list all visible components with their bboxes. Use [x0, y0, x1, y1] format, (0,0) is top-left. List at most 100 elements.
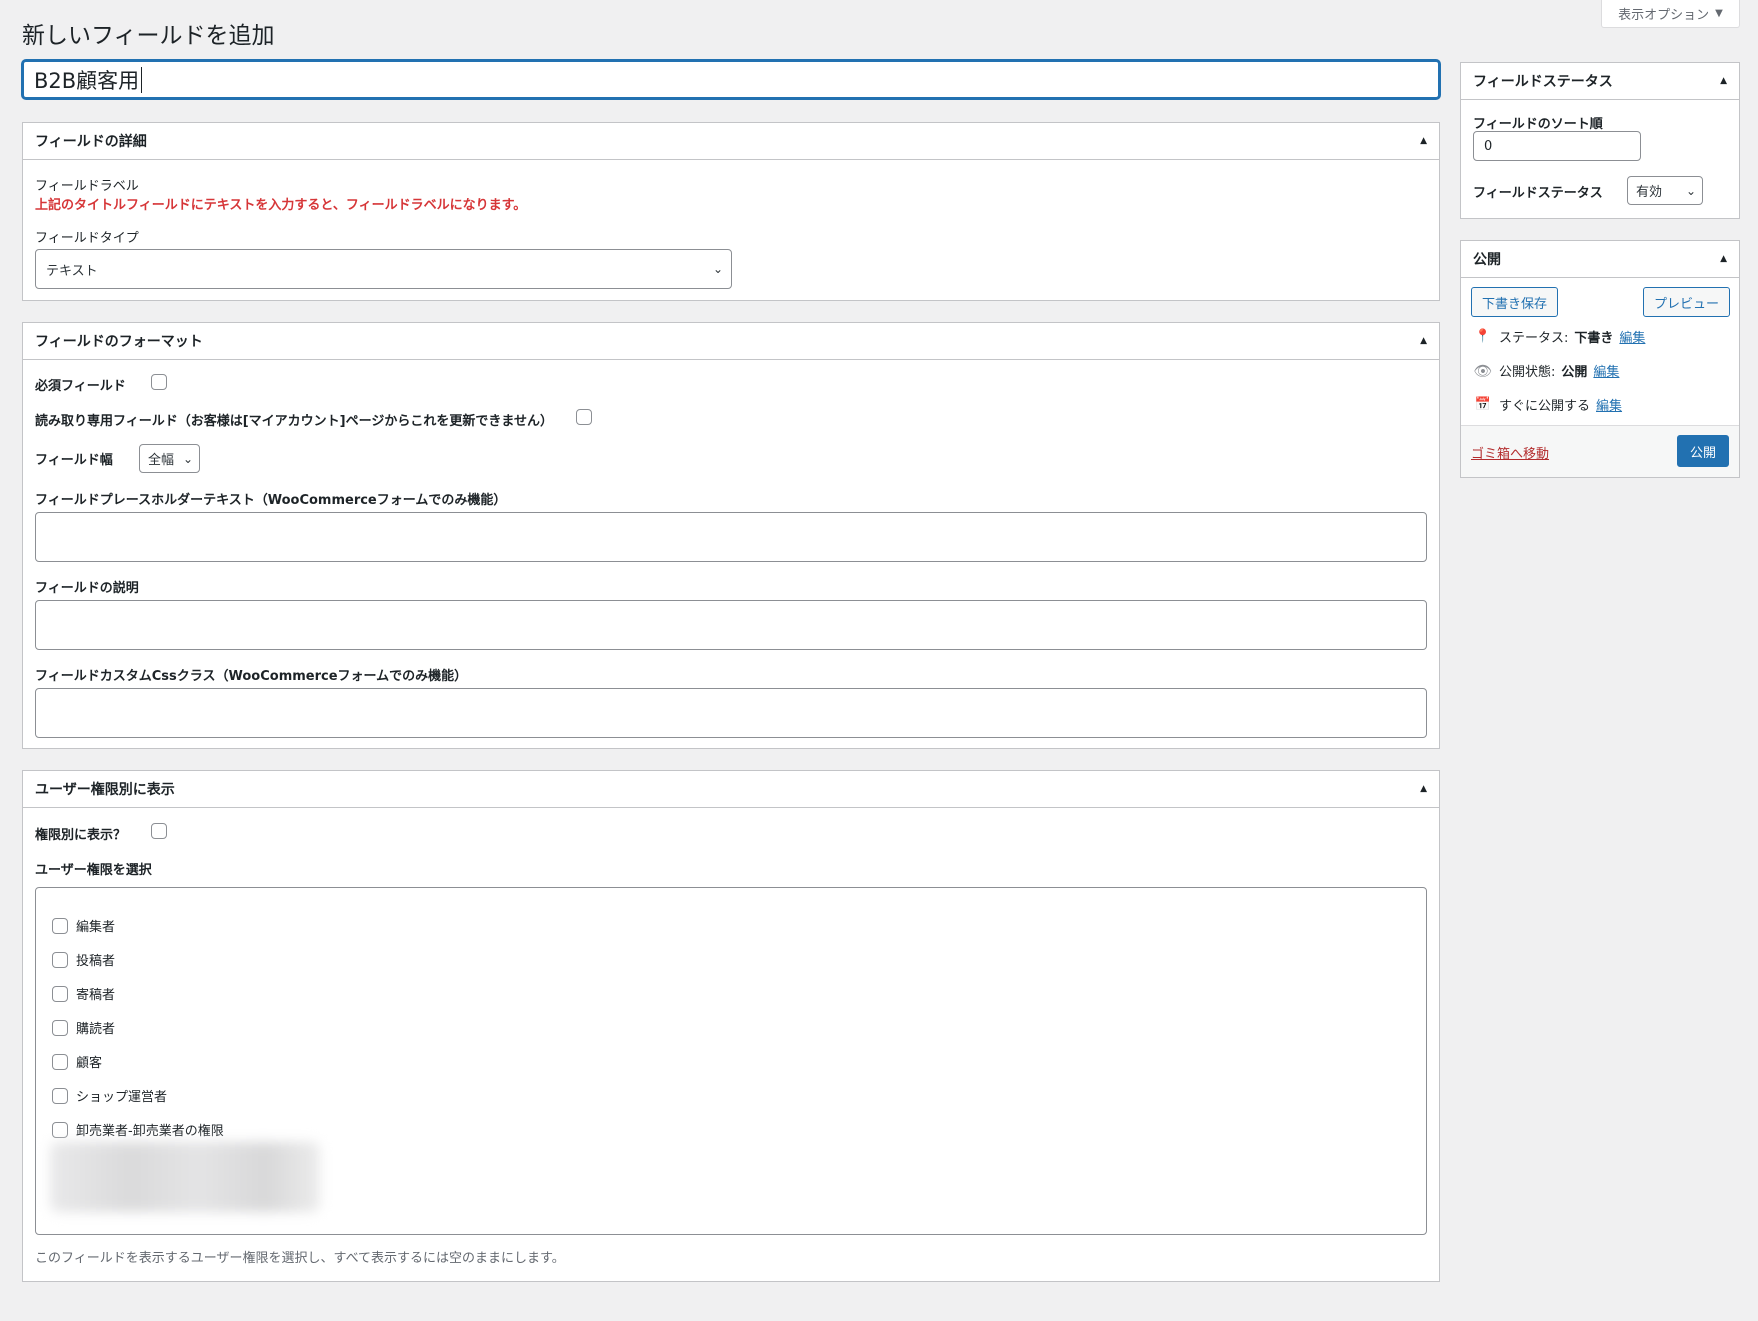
eye-icon: 👁 — [1473, 361, 1493, 380]
field-type-select[interactable]: テキスト ⌄ — [35, 249, 732, 289]
schedule-row: 📅 すぐに公開する 編集 — [1473, 395, 1622, 414]
screen-options-label: 表示オプション — [1618, 8, 1710, 23]
roles-list[interactable]: 編集者 投稿者 寄稿者 購読者 顧客 ショップ運営者 卸売業者-卸売業者の権限 — [35, 887, 1427, 1235]
field-details-title: フィールドの詳細 — [35, 134, 147, 150]
edit-visibility-link[interactable]: 編集 — [1593, 361, 1619, 380]
role-checkbox[interactable] — [52, 1019, 68, 1036]
required-label: 必須フィールド — [35, 379, 126, 394]
width-value: 全幅 — [148, 453, 175, 468]
user-roles-box: ユーザー権限別に表示 ▲ 権限別に表示？ ユーザー権限を選択 編集者 投稿者 寄… — [22, 770, 1440, 1282]
visibility-row: 👁 公開状態: 公開 編集 — [1473, 361, 1619, 381]
readonly-checkbox[interactable] — [576, 409, 592, 425]
toggle-arrow-icon[interactable]: ▲ — [1720, 254, 1727, 264]
status-value: 下書き — [1574, 331, 1614, 346]
schedule-text: すぐに公開する — [1499, 399, 1591, 414]
status-label: フィールドステータス — [1473, 186, 1603, 201]
field-details-box: フィールドの詳細 ▲ フィールドラベル 上記のタイトルフィールドにテキストを入力… — [22, 122, 1440, 301]
description-label: フィールドの説明 — [35, 581, 139, 596]
screen-options-button[interactable]: 表示オプション ▼ — [1601, 0, 1740, 28]
blurred-region — [50, 1142, 320, 1212]
title-input[interactable]: B2B顧客用 — [22, 60, 1440, 99]
placeholder-input[interactable] — [35, 512, 1427, 562]
required-checkbox[interactable] — [151, 374, 167, 390]
edit-status-link[interactable]: 編集 — [1619, 327, 1645, 346]
field-format-header[interactable]: フィールドのフォーマット ▲ — [23, 323, 1439, 360]
sort-order-label: フィールドのソート順 — [1473, 117, 1603, 132]
field-type-value: テキスト — [46, 263, 98, 279]
role-item[interactable]: 卸売業者-卸売業者の権限 — [52, 1120, 224, 1139]
role-label: ショップ運営者 — [76, 1090, 168, 1105]
role-label: 購読者 — [76, 1022, 116, 1037]
publish-box: 公開 ▲ 下書き保存 プレビュー 📍 ステータス: 下書き 編集 👁 公開状態:… — [1460, 240, 1740, 478]
role-label: 卸売業者-卸売業者の権限 — [76, 1124, 224, 1139]
field-label-note: 上記のタイトルフィールドにテキストを入力すると、フィールドラベルになります。 — [35, 198, 527, 213]
chevron-down-icon: ⌄ — [182, 451, 193, 466]
role-item[interactable]: 寄稿者 — [52, 984, 115, 1003]
role-checkbox[interactable] — [52, 1053, 68, 1070]
role-checkbox[interactable] — [52, 1087, 68, 1104]
toggle-arrow-icon[interactable]: ▲ — [1420, 784, 1427, 794]
toggle-arrow-icon[interactable]: ▲ — [1420, 336, 1427, 346]
role-item[interactable]: ショップ運営者 — [52, 1086, 167, 1105]
width-select[interactable]: 全幅 ⌄ — [139, 444, 200, 473]
toggle-arrow-icon[interactable]: ▲ — [1720, 76, 1727, 86]
caret-down-icon: ▼ — [1715, 8, 1723, 19]
role-item[interactable]: 投稿者 — [52, 950, 115, 969]
sort-order-value: 0 — [1484, 138, 1493, 154]
role-item[interactable]: 購読者 — [52, 1018, 115, 1037]
role-checkbox[interactable] — [52, 1121, 68, 1138]
publish-title: 公開 — [1473, 252, 1501, 268]
status-select[interactable]: 有効 ⌄ — [1627, 176, 1703, 205]
save-draft-button[interactable]: 下書き保存 — [1471, 287, 1558, 317]
field-format-box: フィールドのフォーマット ▲ 必須フィールド 読み取り専用フィールド（お客様は[… — [22, 322, 1440, 749]
publish-button[interactable]: 公開 — [1677, 435, 1729, 467]
show-by-role-label: 権限別に表示？ — [35, 828, 127, 843]
toggle-arrow-icon[interactable]: ▲ — [1420, 136, 1427, 146]
role-label: 編集者 — [76, 920, 116, 935]
role-item[interactable]: 編集者 — [52, 916, 115, 935]
user-roles-title: ユーザー権限別に表示 — [35, 782, 175, 798]
role-checkbox[interactable] — [52, 951, 68, 968]
role-item[interactable]: 顧客 — [52, 1052, 102, 1071]
field-status-box: フィールドステータス ▲ フィールドのソート順 0 フィールドステータス 有効 … — [1460, 62, 1740, 219]
css-class-input[interactable] — [35, 688, 1427, 738]
role-label: 投稿者 — [76, 954, 116, 969]
status-value: 有効 — [1636, 185, 1663, 200]
visibility-value: 公開 — [1561, 365, 1588, 380]
status-prefix: ステータス: — [1499, 331, 1569, 346]
select-roles-label: ユーザー権限を選択 — [35, 863, 152, 878]
field-status-title: フィールドステータス — [1473, 74, 1613, 90]
pin-icon: 📍 — [1474, 329, 1492, 344]
role-label: 寄稿者 — [76, 988, 116, 1003]
field-status-header[interactable]: フィールドステータス ▲ — [1461, 63, 1739, 100]
post-status-row: 📍 ステータス: 下書き 編集 — [1473, 327, 1646, 346]
role-label: 顧客 — [76, 1056, 103, 1071]
roles-help-text: このフィールドを表示するユーザー権限を選択し、すべて表示するには空のままにします… — [35, 1251, 565, 1266]
description-input[interactable] — [35, 600, 1427, 650]
show-by-role-checkbox[interactable] — [151, 823, 167, 839]
page-title: 新しいフィールドを追加 — [22, 23, 275, 49]
preview-button[interactable]: プレビュー — [1643, 287, 1730, 317]
title-input-value: B2B顧客用 — [34, 68, 140, 93]
role-checkbox[interactable] — [52, 985, 68, 1002]
placeholder-label: フィールドプレースホルダーテキスト（WooCommerceフォームでのみ機能） — [35, 493, 507, 508]
css-class-label: フィールドカスタムCssクラス（WooCommerceフォームでのみ機能） — [35, 669, 468, 684]
field-label-caption: フィールドラベル — [35, 179, 139, 194]
field-details-header[interactable]: フィールドの詳細 ▲ — [23, 123, 1439, 160]
sort-order-input[interactable]: 0 — [1473, 131, 1641, 161]
user-roles-header[interactable]: ユーザー権限別に表示 ▲ — [23, 771, 1439, 808]
readonly-label: 読み取り専用フィールド（お客様は[マイアカウント]ページからこれを更新できません… — [35, 414, 553, 429]
calendar-icon: 📅 — [1474, 397, 1492, 412]
chevron-down-icon: ⌄ — [712, 262, 723, 276]
visibility-prefix: 公開状態: — [1499, 365, 1556, 380]
text-caret — [141, 66, 143, 93]
edit-schedule-link[interactable]: 編集 — [1596, 395, 1622, 414]
publish-actions: ゴミ箱へ移動 公開 — [1461, 425, 1739, 477]
width-label: フィールド幅 — [35, 453, 113, 468]
field-type-caption: フィールドタイプ — [35, 231, 139, 246]
field-format-title: フィールドのフォーマット — [35, 334, 203, 350]
chevron-down-icon: ⌄ — [1685, 183, 1696, 198]
move-to-trash-link[interactable]: ゴミ箱へ移動 — [1471, 443, 1549, 462]
publish-header[interactable]: 公開 ▲ — [1461, 241, 1739, 278]
role-checkbox[interactable] — [52, 917, 68, 934]
